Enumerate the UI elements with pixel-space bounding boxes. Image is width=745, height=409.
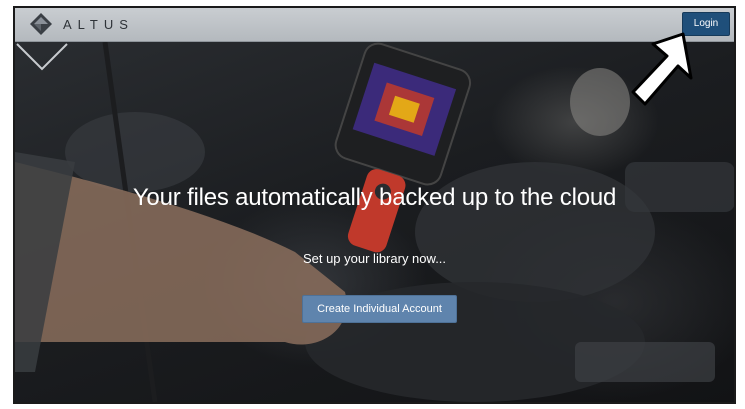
brand-name: ALTUS [63, 17, 134, 32]
altus-diamond-logo-icon [30, 13, 52, 35]
hero-headline: Your files automatically backed up to th… [132, 184, 617, 211]
create-individual-account-button[interactable]: Create Individual Account [302, 295, 457, 323]
pointer-arrow-icon [631, 32, 693, 106]
hero-subheadline: Set up your library now... [302, 251, 447, 266]
chevron-down-icon[interactable] [15, 42, 69, 72]
app-window: ALTUS Login Your files automatically bac… [13, 6, 736, 404]
